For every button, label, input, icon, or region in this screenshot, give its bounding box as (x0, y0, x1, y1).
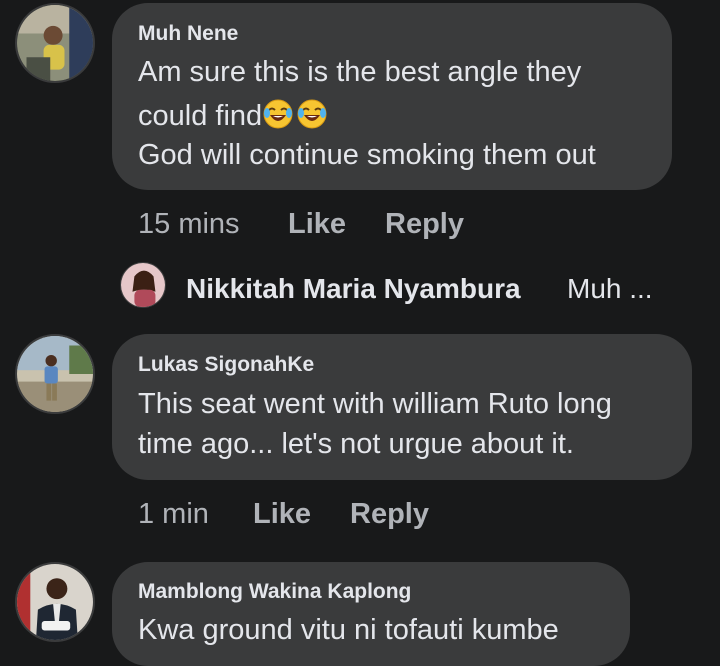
comment-text-line: could find (138, 99, 327, 131)
avatar-photo-icon (121, 263, 165, 307)
avatar-photo-icon (17, 564, 93, 640)
comment-text-line: God will continue smoking them out (138, 139, 596, 171)
reply-button[interactable]: Reply (385, 210, 464, 239)
reply-author[interactable]: Nikkitah Maria Nyambura (186, 275, 521, 303)
comment-text-fragment: could find (138, 100, 263, 132)
comment-text-line: This seat went with william Ruto long (138, 388, 612, 420)
comment-author[interactable]: Lukas SigonahKe (138, 353, 314, 377)
avatar[interactable] (15, 562, 95, 642)
laughing-crying-emoji-icon (263, 99, 293, 129)
reply-button[interactable]: Reply (350, 500, 429, 529)
comment-text-line: time ago... let's not urgue about it. (138, 428, 574, 460)
avatar[interactable] (15, 3, 95, 83)
avatar-photo-icon (17, 336, 93, 412)
laughing-crying-emoji-icon (297, 99, 327, 129)
avatar[interactable] (15, 334, 95, 414)
reply-avatar[interactable] (120, 262, 166, 308)
comment-timestamp[interactable]: 1 min (138, 500, 209, 529)
comment-timestamp[interactable]: 15 mins (138, 210, 240, 239)
comment-author[interactable]: Muh Nene (138, 22, 238, 46)
comment-text-line: Kwa ground vitu ni tofauti kumbe (138, 614, 559, 646)
comment-author[interactable]: Mamblong Wakina Kaplong (138, 580, 411, 604)
like-button[interactable]: Like (253, 500, 311, 529)
like-button[interactable]: Like (288, 210, 346, 239)
reply-snippet[interactable]: Muh ... (567, 275, 653, 303)
comment-text-line: Am sure this is the best angle they (138, 56, 582, 88)
avatar-photo-icon (17, 5, 93, 81)
